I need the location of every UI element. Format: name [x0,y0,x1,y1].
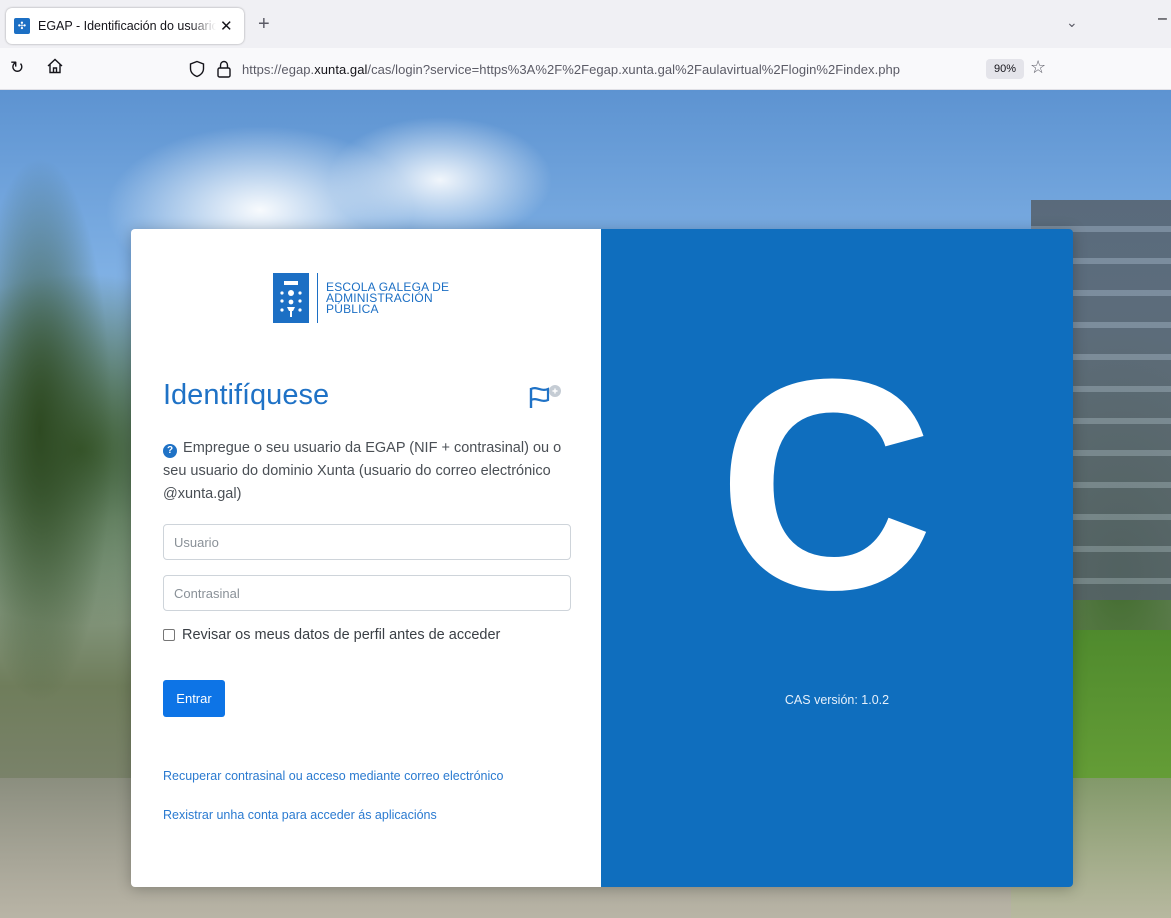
xunta-favicon-icon: ✣ [14,18,30,34]
cas-logo: C [717,316,935,652]
reload-icon[interactable]: ↻ [10,58,24,78]
xunta-emblem-icon [273,273,309,323]
egap-logo: ESCOLA GALEGA DE ADMINISTRACIÓN PÚBLICA [273,273,449,323]
cas-version-text: CAS versión: 1.0.2 [784,693,890,707]
bookmark-star-icon[interactable]: ☆ [1030,57,1046,78]
new-tab-button[interactable]: + [258,14,270,34]
login-panel: ESCOLA GALEGA DE ADMINISTRACIÓN PÚBLICA … [131,229,601,887]
close-tab-icon[interactable]: ✕ [220,17,233,35]
login-info-text: ? Empregue o seu usuario da EGAP (NIF + … [163,440,562,502]
login-button[interactable]: Entrar [163,680,225,717]
browser-tab[interactable]: ✣ EGAP - Identificación do usuario ✕ [6,8,244,44]
minimize-window-icon[interactable]: – [1158,10,1167,28]
review-profile-row[interactable]: Revisar os meus datos de perfil antes de… [163,627,500,643]
browser-nav-bar: ↻ https://egap.xunta.gal/cas/login?servi… [0,48,1171,90]
password-input[interactable] [163,575,571,611]
url-text[interactable]: https://egap.xunta.gal/cas/login?service… [242,62,900,77]
chevron-down-icon[interactable]: ⌄ [1066,14,1078,31]
language-flag-icon[interactable] [528,384,564,410]
page-title: Identifíquese [163,379,330,411]
login-card: ESCOLA GALEGA DE ADMINISTRACIÓN PÚBLICA … [131,229,1073,887]
shield-icon[interactable] [188,60,206,78]
tab-title: EGAP - Identificación do usuario [38,19,216,33]
lock-icon[interactable] [216,60,232,78]
review-profile-label[interactable]: Revisar os meus datos de perfil antes de… [182,627,500,643]
home-icon[interactable] [46,57,64,75]
review-profile-checkbox[interactable] [163,629,175,641]
question-circle-icon: ? [163,443,177,458]
logo-text: ESCOLA GALEGA DE ADMINISTRACIÓN PÚBLICA [326,279,450,316]
cas-panel: C CAS versión: 1.0.2 [601,229,1073,887]
recover-password-link[interactable]: Recuperar contrasinal ou acceso mediante… [163,769,503,783]
browser-tab-bar: ✣ EGAP - Identificación do usuario ✕ + ⌄… [0,0,1171,48]
register-account-link[interactable]: Rexistrar unha conta para acceder ás apl… [163,808,437,822]
zoom-level-badge[interactable]: 90% [986,59,1024,79]
page-background: ESCOLA GALEGA DE ADMINISTRACIÓN PÚBLICA … [0,90,1171,918]
url-bar[interactable]: https://egap.xunta.gal/cas/login?service… [178,53,1046,85]
username-input[interactable] [163,524,571,560]
